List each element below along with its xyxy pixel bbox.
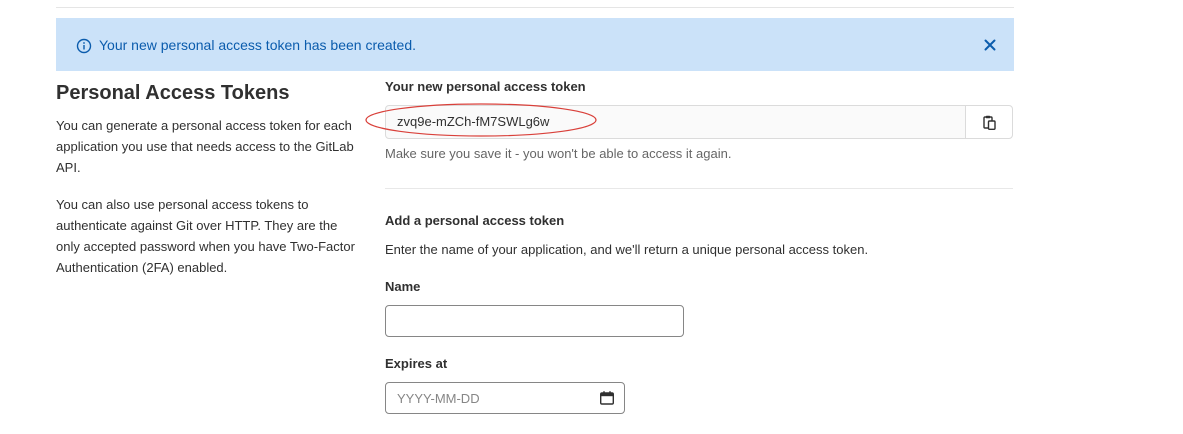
name-label: Name <box>385 279 421 294</box>
calendar-icon[interactable] <box>599 390 615 406</box>
token-created-alert: Your new personal access token has been … <box>56 18 1014 71</box>
token-name-input[interactable] <box>385 305 684 337</box>
top-divider <box>56 7 1014 8</box>
expires-label: Expires at <box>385 356 448 371</box>
sidebar-description: Personal Access Tokens You can generate … <box>56 80 361 275</box>
expires-at-placeholder: YYYY-MM-DD <box>397 391 480 406</box>
token-save-warning: Make sure you save it - you won't be abl… <box>385 146 732 161</box>
add-token-heading: Add a personal access token <box>385 213 565 228</box>
page-title: Personal Access Tokens <box>56 82 290 104</box>
section-divider <box>385 188 1013 189</box>
new-token-field[interactable]: zvq9e-mZCh-fM7SWLg6w <box>365 103 1013 139</box>
copy-token-button[interactable] <box>965 106 1012 138</box>
clipboard-icon <box>983 115 996 130</box>
new-token-value[interactable]: zvq9e-mZCh-fM7SWLg6w <box>397 114 549 130</box>
info-circle-icon <box>76 38 92 54</box>
description-paragraph-git: You can also use personal access tokens … <box>56 197 355 275</box>
close-icon[interactable] <box>982 37 998 53</box>
alert-message: Your new personal access token has been … <box>99 37 417 53</box>
new-token-label: Your new personal access token <box>385 79 586 94</box>
expires-at-input[interactable]: YYYY-MM-DD <box>385 382 625 414</box>
description-paragraph-api: You can generate a personal access token… <box>56 118 354 175</box>
page: Your new personal access token has been … <box>0 0 1183 434</box>
add-token-description: Enter the name of your application, and … <box>385 242 869 257</box>
